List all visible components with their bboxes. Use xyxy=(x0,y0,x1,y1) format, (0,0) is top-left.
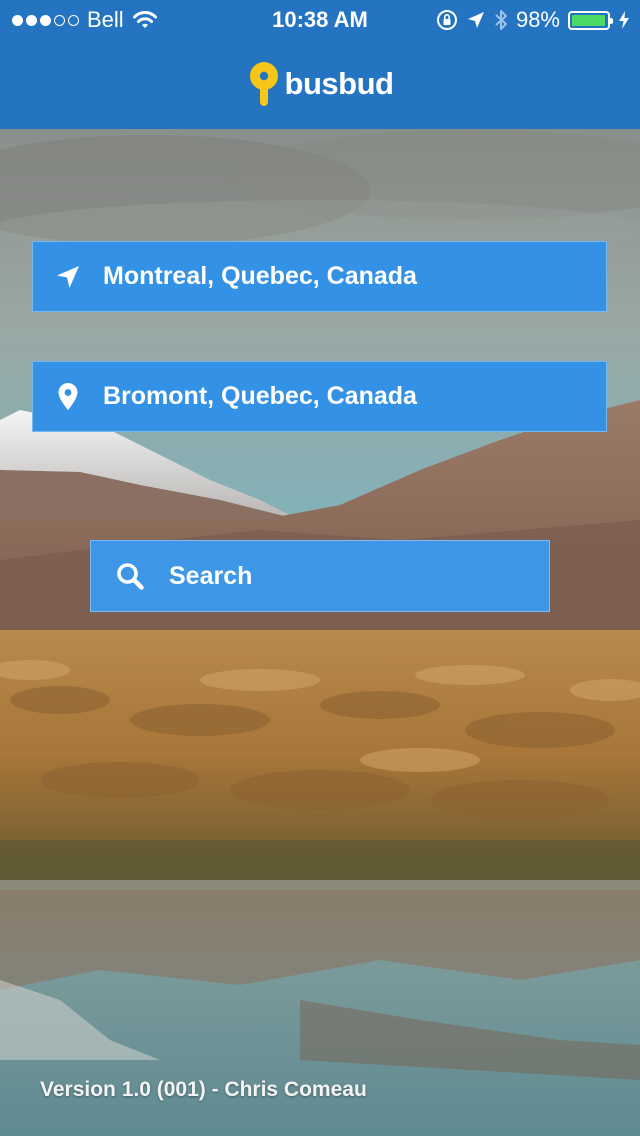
search-button[interactable]: Search xyxy=(90,540,550,612)
brand-logo: busbud xyxy=(0,58,640,110)
brand-name: busbud xyxy=(284,66,394,101)
busbud-logo-icon xyxy=(249,62,278,106)
location-arrow-icon xyxy=(33,263,103,291)
app-screen: Bell 10:38 AM 98% busbud Montreal, Quebe… xyxy=(0,0,640,1136)
map-pin-icon xyxy=(33,382,103,412)
battery-level-fill xyxy=(572,14,606,26)
version-label: Version 1.0 (001) - Chris Comeau xyxy=(40,1078,367,1101)
battery-icon xyxy=(568,10,613,30)
rotation-lock-icon xyxy=(436,10,457,30)
destination-field[interactable]: Bromont, Quebec, Canada xyxy=(32,361,607,432)
location-services-icon xyxy=(467,12,484,28)
top-bar: Bell 10:38 AM 98% busbud xyxy=(0,0,640,129)
origin-field[interactable]: Montreal, Quebec, Canada xyxy=(32,241,607,312)
destination-value: Bromont, Quebec, Canada xyxy=(103,382,417,410)
bluetooth-icon xyxy=(495,10,507,30)
charging-bolt-icon xyxy=(619,11,629,29)
status-right: 98% xyxy=(436,0,630,40)
status-bar: Bell 10:38 AM 98% xyxy=(0,0,640,40)
battery-percent: 98% xyxy=(515,7,560,32)
search-icon xyxy=(91,561,169,591)
search-button-label: Search xyxy=(169,561,253,590)
origin-value: Montreal, Quebec, Canada xyxy=(103,262,417,290)
